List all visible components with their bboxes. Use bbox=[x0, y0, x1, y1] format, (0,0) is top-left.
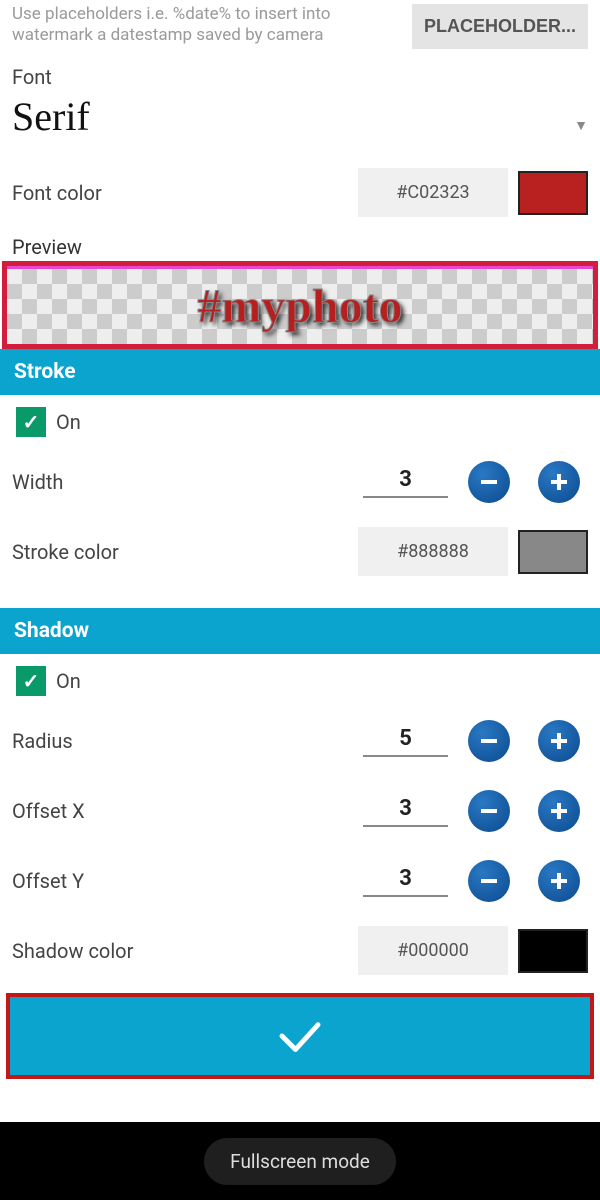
shadow-offsety-label: Offset Y bbox=[12, 869, 351, 893]
shadow-radius-value[interactable]: 5 bbox=[363, 726, 448, 757]
shadow-section-header: Shadow bbox=[0, 608, 600, 654]
plus-icon bbox=[547, 869, 571, 893]
placeholder-button[interactable]: PLACEHOLDER... bbox=[412, 4, 588, 49]
font-label: Font bbox=[12, 65, 588, 89]
shadow-color-swatch[interactable] bbox=[518, 929, 588, 973]
bottom-bar: Fullscreen mode bbox=[0, 1122, 600, 1200]
minus-icon bbox=[477, 470, 501, 494]
shadow-radius-minus-button[interactable] bbox=[468, 720, 510, 762]
check-icon: ✓ bbox=[23, 410, 40, 434]
shadow-on-label: On bbox=[56, 669, 81, 693]
stroke-width-minus-button[interactable] bbox=[468, 461, 510, 503]
shadow-offsetx-plus-button[interactable] bbox=[538, 790, 580, 832]
preview-canvas: #myphoto bbox=[7, 266, 593, 344]
shadow-offsety-value[interactable]: 3 bbox=[363, 866, 448, 897]
minus-icon bbox=[477, 729, 501, 753]
preview-container: #myphoto bbox=[2, 261, 598, 349]
shadow-offsetx-label: Offset X bbox=[12, 799, 351, 823]
plus-icon bbox=[547, 799, 571, 823]
shadow-radius-label: Radius bbox=[12, 729, 351, 753]
stroke-width-label: Width bbox=[12, 470, 351, 494]
font-value: Serif bbox=[12, 93, 90, 140]
chevron-down-icon: ▼ bbox=[574, 117, 588, 134]
shadow-offsetx-minus-button[interactable] bbox=[468, 790, 510, 832]
stroke-on-label: On bbox=[56, 410, 81, 434]
stroke-on-checkbox[interactable]: ✓ bbox=[16, 407, 46, 437]
stroke-width-plus-button[interactable] bbox=[538, 461, 580, 503]
stroke-width-value[interactable]: 3 bbox=[363, 467, 448, 498]
minus-icon bbox=[477, 799, 501, 823]
font-color-hex[interactable]: #C02323 bbox=[358, 168, 508, 217]
shadow-offsetx-value[interactable]: 3 bbox=[363, 796, 448, 827]
font-color-swatch[interactable] bbox=[518, 171, 588, 215]
shadow-offsety-plus-button[interactable] bbox=[538, 860, 580, 902]
font-color-label: Font color bbox=[12, 181, 348, 205]
shadow-color-label: Shadow color bbox=[12, 939, 348, 963]
preview-text: #myphoto bbox=[197, 279, 402, 334]
confirm-button[interactable] bbox=[10, 997, 590, 1075]
stroke-color-hex[interactable]: #888888 bbox=[358, 527, 508, 576]
shadow-color-hex[interactable]: #000000 bbox=[358, 926, 508, 975]
confirm-highlight bbox=[6, 993, 594, 1079]
placeholder-hint-text: Use placeholders i.e. %date% to insert i… bbox=[12, 4, 400, 47]
stroke-section-header: Stroke bbox=[0, 349, 600, 395]
shadow-radius-plus-button[interactable] bbox=[538, 720, 580, 762]
check-icon bbox=[273, 1009, 327, 1063]
stroke-color-swatch[interactable] bbox=[518, 530, 588, 574]
check-icon: ✓ bbox=[23, 669, 40, 693]
minus-icon bbox=[477, 869, 501, 893]
plus-icon bbox=[547, 470, 571, 494]
shadow-offsety-minus-button[interactable] bbox=[468, 860, 510, 902]
plus-icon bbox=[547, 729, 571, 753]
fullscreen-mode-pill[interactable]: Fullscreen mode bbox=[204, 1138, 396, 1185]
font-select[interactable]: Serif ▼ bbox=[12, 93, 588, 140]
stroke-color-label: Stroke color bbox=[12, 540, 348, 564]
shadow-on-checkbox[interactable]: ✓ bbox=[16, 666, 46, 696]
preview-label: Preview bbox=[0, 227, 600, 261]
